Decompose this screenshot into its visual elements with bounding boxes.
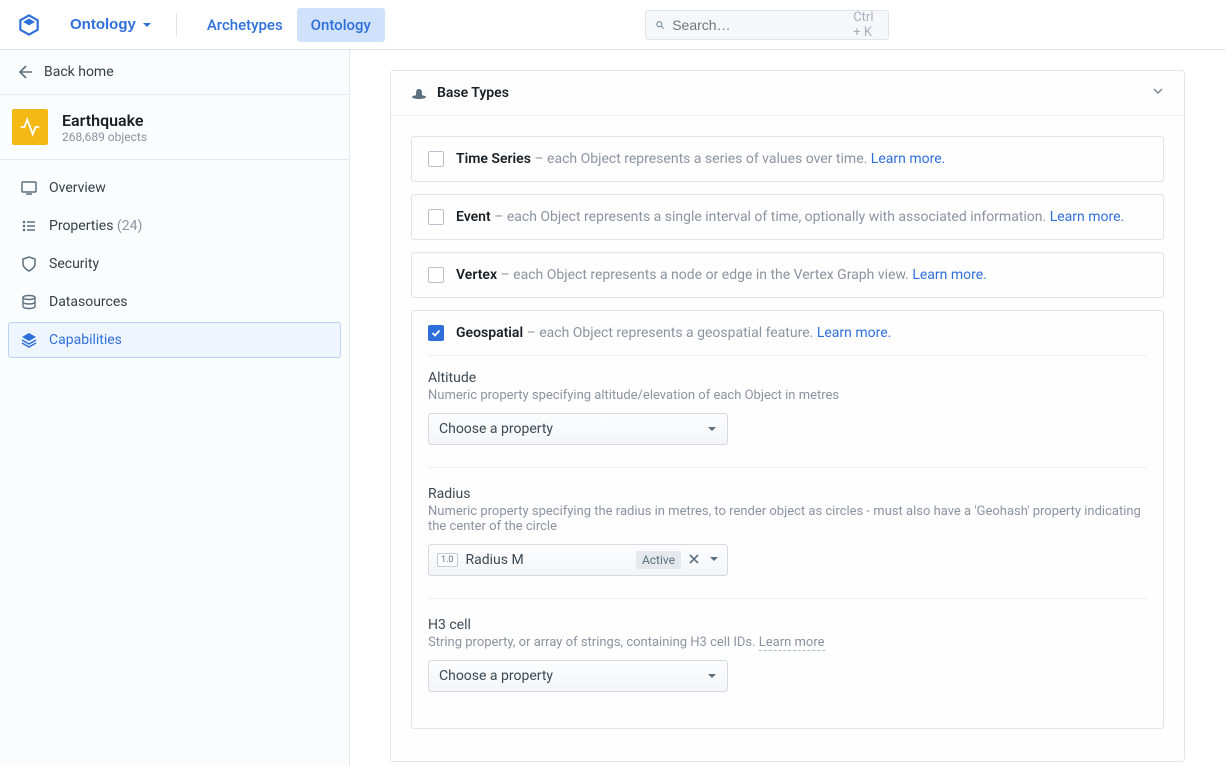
prop-name: Radius M bbox=[466, 552, 628, 568]
sub-desc: Numeric property specifying altitude/ele… bbox=[428, 388, 1147, 403]
checkbox-time-series[interactable] bbox=[428, 151, 444, 167]
monitor-icon bbox=[21, 180, 37, 196]
tab-archetypes[interactable]: Archetypes bbox=[193, 8, 297, 42]
prop-status-badge: Active bbox=[636, 551, 681, 569]
bt-label: Geospatial bbox=[456, 325, 523, 341]
caret-down-icon bbox=[707, 671, 717, 681]
h3-select[interactable]: Choose a property bbox=[428, 660, 728, 692]
sub-desc: Numeric property specifying the radius i… bbox=[428, 504, 1147, 534]
learn-more-link[interactable]: Learn more. bbox=[912, 267, 987, 283]
topbar-divider bbox=[176, 13, 177, 37]
main: Base Types Time Series – each Object rep… bbox=[350, 50, 1225, 766]
sidebar-nav: Overview Properties (24) Security Dataso… bbox=[0, 160, 349, 368]
geo-radius: Radius Numeric property specifying the r… bbox=[428, 486, 1147, 576]
object-title: Earthquake bbox=[62, 111, 147, 130]
object-subtitle: 268,689 objects bbox=[62, 130, 147, 144]
bt-desc: – each Object represents a geospatial fe… bbox=[527, 325, 814, 341]
radius-select[interactable]: 1.0 Radius M Active bbox=[428, 544, 728, 576]
bt-desc: – each Object represents a node or edge … bbox=[501, 267, 909, 283]
geo-altitude: Altitude Numeric property specifying alt… bbox=[428, 370, 1147, 445]
checkbox-event[interactable] bbox=[428, 209, 444, 225]
caret-down-icon[interactable] bbox=[709, 552, 719, 568]
divider bbox=[428, 598, 1147, 599]
object-icon bbox=[12, 109, 48, 145]
activity-icon bbox=[19, 116, 41, 138]
clear-icon[interactable] bbox=[689, 552, 699, 568]
object-header: Earthquake 268,689 objects bbox=[0, 95, 349, 160]
search-shortcut: Ctrl + K bbox=[853, 10, 878, 40]
base-type-event: Event – each Object represents a single … bbox=[411, 194, 1164, 240]
nav-overview[interactable]: Overview bbox=[8, 170, 341, 206]
geo-h3: H3 cell String property, or array of str… bbox=[428, 617, 1147, 692]
altitude-select[interactable]: Choose a property bbox=[428, 413, 728, 445]
caret-down-icon bbox=[707, 424, 717, 434]
bt-label: Event bbox=[456, 209, 491, 225]
shield-icon bbox=[21, 256, 37, 272]
nav-capabilities[interactable]: Capabilities bbox=[8, 322, 341, 358]
search-input[interactable] bbox=[672, 17, 853, 33]
topbar: Ontology Archetypes Ontology Ctrl + K bbox=[0, 0, 1225, 50]
check-icon bbox=[431, 328, 441, 338]
bt-label: Time Series bbox=[456, 151, 531, 167]
list-icon bbox=[21, 218, 37, 234]
card-title: Base Types bbox=[437, 85, 509, 101]
base-type-time-series: Time Series – each Object represents a s… bbox=[411, 136, 1164, 182]
nav-security[interactable]: Security bbox=[8, 246, 341, 282]
sub-title: Radius bbox=[428, 486, 1147, 502]
nav-datasources[interactable]: Datasources bbox=[8, 284, 341, 320]
tab-ontology[interactable]: Ontology bbox=[297, 8, 385, 42]
checkbox-geospatial[interactable] bbox=[428, 325, 444, 341]
nav-properties[interactable]: Properties (24) bbox=[8, 208, 341, 244]
divider bbox=[428, 467, 1147, 468]
card-header[interactable]: Base Types bbox=[391, 71, 1184, 116]
caret-down-icon bbox=[142, 20, 152, 30]
base-types-card: Base Types Time Series – each Object rep… bbox=[390, 70, 1185, 762]
app-dropdown[interactable]: Ontology bbox=[62, 12, 160, 37]
sidebar: Back home Earthquake 268,689 objects Ove… bbox=[0, 50, 350, 766]
search-box[interactable]: Ctrl + K bbox=[645, 10, 889, 40]
learn-more-link[interactable]: Learn more bbox=[759, 635, 825, 651]
bt-desc: – each Object represents a series of val… bbox=[534, 151, 867, 167]
learn-more-link[interactable]: Learn more. bbox=[817, 325, 892, 341]
base-type-geospatial: Geospatial – each Object represents a ge… bbox=[411, 310, 1164, 729]
learn-more-link[interactable]: Learn more. bbox=[871, 151, 946, 167]
database-icon bbox=[21, 294, 37, 310]
bt-label: Vertex bbox=[456, 267, 497, 283]
back-home[interactable]: Back home bbox=[0, 50, 349, 95]
chevron-down-icon bbox=[1152, 85, 1164, 101]
arrow-left-icon bbox=[18, 64, 34, 80]
sub-desc: String property, or array of strings, co… bbox=[428, 635, 1147, 650]
hat-icon bbox=[411, 87, 427, 99]
search-icon bbox=[656, 18, 664, 32]
layers-icon bbox=[21, 332, 37, 348]
checkbox-vertex[interactable] bbox=[428, 267, 444, 283]
sub-title: H3 cell bbox=[428, 617, 1147, 633]
prop-type-badge: 1.0 bbox=[437, 553, 458, 567]
app-logo bbox=[16, 12, 42, 38]
bt-desc: – each Object represents a single interv… bbox=[494, 209, 1046, 225]
sub-title: Altitude bbox=[428, 370, 1147, 386]
learn-more-link[interactable]: Learn more. bbox=[1050, 209, 1125, 225]
base-type-vertex: Vertex – each Object represents a node o… bbox=[411, 252, 1164, 298]
